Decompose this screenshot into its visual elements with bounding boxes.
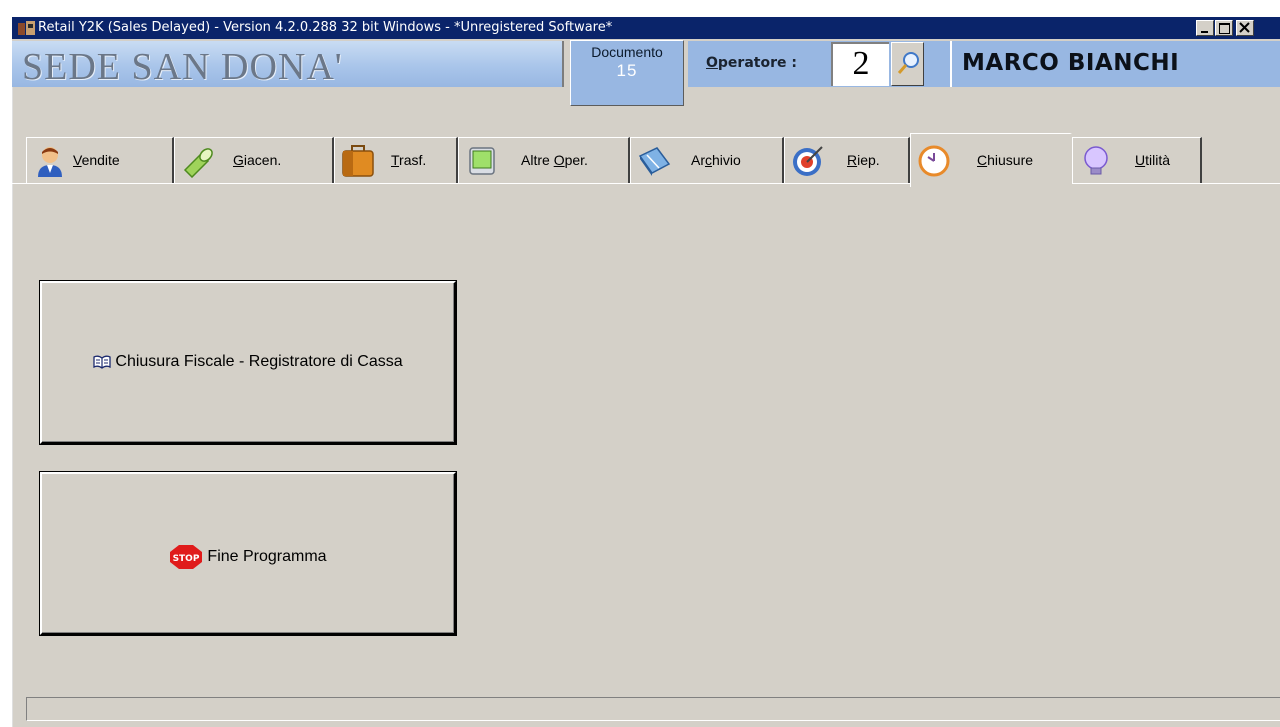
main-window: Retail Y2K (Sales Delayed) - Version 4.2… <box>10 17 1280 727</box>
open-book-icon <box>93 355 112 369</box>
operatore-panel: Operatore : 2 <box>688 41 952 87</box>
operatore-label-rest: peratore : <box>717 55 797 71</box>
tab-altre-operazioni-label: Altre Oper. <box>521 152 588 168</box>
close-button[interactable] <box>1236 20 1254 36</box>
maximize-icon <box>1219 23 1230 34</box>
book-icon <box>638 147 671 176</box>
tab-chiusure[interactable]: Chiusure <box>910 133 1072 187</box>
chiusura-fiscale-content: Chiusura Fiscale - Registratore di Cassa <box>42 353 454 371</box>
stop-sign-icon: STOP <box>170 545 203 569</box>
tab-riepiloghi[interactable]: Riep. <box>784 137 910 183</box>
documento-number: 15 <box>616 61 638 80</box>
chiusura-fiscale-label: Chiusura Fiscale - Registratore di Cassa <box>115 353 403 370</box>
tab-vendite[interactable]: Vendite <box>26 137 174 183</box>
tab-divider <box>12 183 1280 184</box>
operatore-name-panel: MARCO BIANCHI <box>950 41 1280 87</box>
tab-utilita-label: Utilità <box>1135 152 1171 168</box>
close-icon <box>1239 22 1250 33</box>
window-title: Retail Y2K (Sales Delayed) - Version 4.2… <box>38 20 613 35</box>
tab-vendite-label: Vendite <box>73 152 120 168</box>
operatore-number-field[interactable]: 2 <box>831 42 889 86</box>
chiusura-fiscale-button[interactable]: Chiusura Fiscale - Registratore di Cassa <box>39 280 457 445</box>
tab-utilita[interactable]: Utilità <box>1072 137 1202 183</box>
tab-altre-operazioni[interactable]: Altre Oper. <box>458 137 630 183</box>
stop-sign-text: STOP <box>173 554 200 564</box>
fine-programma-content: STOP Fine Programma <box>42 544 454 570</box>
magnifier-icon <box>897 52 919 74</box>
tab-giacenze-label: Giacen. <box>233 152 282 168</box>
store-name: SEDE SAN DONA' <box>22 46 343 88</box>
tab-riepiloghi-label: Riep. <box>847 152 880 168</box>
tab-trasferimenti[interactable]: Trasf. <box>334 137 458 183</box>
maximize-button[interactable] <box>1215 20 1233 36</box>
documento-label: Documento <box>591 44 663 60</box>
operatore-label-accel: O <box>706 55 718 71</box>
tab-archivio[interactable]: Archivio <box>630 137 784 183</box>
tab-chiusure-label: Chiusure <box>977 152 1034 168</box>
tab-giacenze[interactable]: Giacen. <box>174 137 334 183</box>
clock-icon <box>918 145 950 177</box>
operatore-name: MARCO BIANCHI <box>962 50 1180 76</box>
handheld-device-icon <box>469 147 495 175</box>
briefcase-icon <box>342 145 374 177</box>
tab-archivio-label: Archivio <box>691 152 741 168</box>
title-bar[interactable]: Retail Y2K (Sales Delayed) - Version 4.2… <box>12 17 1280 39</box>
target-icon <box>793 146 823 176</box>
tab-strip: Vendite Giacen. Trasf. Altre Oper. Archi… <box>12 133 1280 187</box>
documento-panel: Documento 15 <box>570 40 684 106</box>
fine-programma-label: Fine Programma <box>207 548 327 565</box>
operatore-search-button[interactable] <box>891 42 924 86</box>
app-icon <box>18 21 35 35</box>
fine-programma-button[interactable]: STOP Fine Programma <box>39 471 457 636</box>
store-banner: SEDE SAN DONA' <box>12 41 564 88</box>
tab-trasferimenti-label: Trasf. <box>391 152 427 168</box>
flashlight-icon <box>183 148 213 178</box>
minimize-icon <box>1201 31 1208 33</box>
user-icon <box>38 147 62 177</box>
minimize-button[interactable] <box>1196 20 1214 36</box>
lightbulb-icon <box>1084 146 1108 175</box>
status-bar <box>26 697 1280 721</box>
operatore-label: Operatore : <box>706 55 797 71</box>
header-bar: SEDE SAN DONA' Documento 15 Operatore : … <box>12 39 1280 106</box>
